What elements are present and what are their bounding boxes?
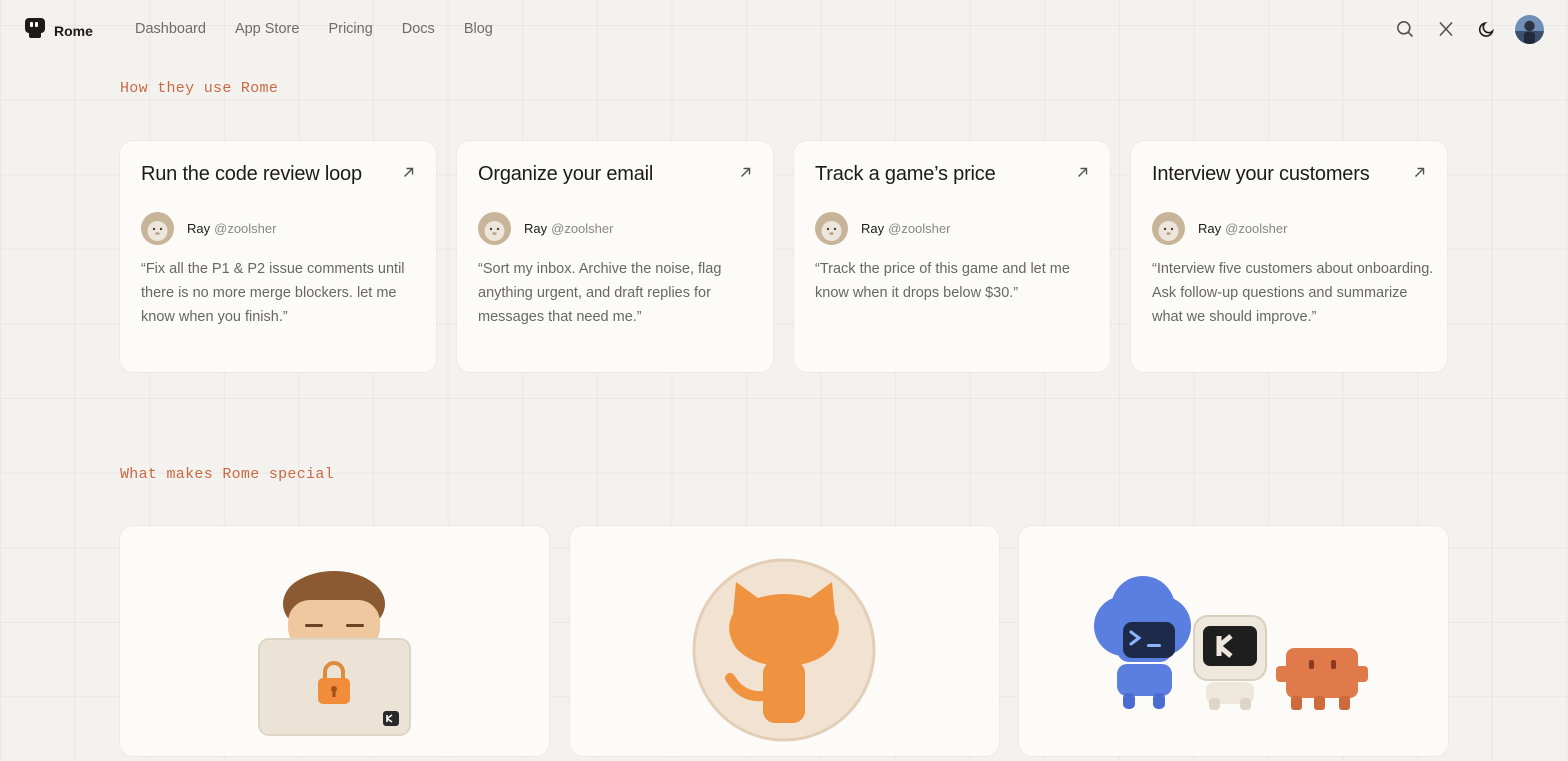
card-quote: “Interview five customers about onboardi…: [1152, 261, 1434, 325]
feature-card-privacy: [120, 526, 549, 756]
nav-link-dashboard[interactable]: Dashboard: [135, 21, 206, 37]
author-handle: @zoolsher: [1225, 221, 1288, 236]
arrow-up-right-icon: [1077, 165, 1088, 183]
brand-name: Rome: [54, 22, 93, 39]
person-laptop-lock-illustration: [258, 571, 411, 736]
user-avatar[interactable]: [1515, 14, 1544, 44]
arrow-up-right-icon: [403, 165, 414, 183]
nav-link-blog[interactable]: Blog: [464, 21, 493, 37]
use-case-card[interactable]: Interview your customers Ray @zoolsher “…: [1131, 141, 1447, 372]
top-nav: Rome Dashboard App Store Pricing Docs Bl…: [0, 0, 1568, 58]
robot-characters-illustration: [1094, 576, 1368, 710]
nav-link-pricing[interactable]: Pricing: [328, 21, 372, 37]
card-title: Interview your customers: [1152, 163, 1370, 185]
author-avatar: [1152, 212, 1185, 245]
x-social-link[interactable]: [1425, 13, 1466, 45]
brand-home-link[interactable]: Rome: [24, 17, 93, 44]
author-name: Ray: [187, 221, 211, 236]
card-quote: “Fix all the P1 & P2 issue comments unti…: [141, 261, 405, 325]
section-title-special: What makes Rome special: [120, 466, 334, 483]
author-name: Ray: [1198, 221, 1222, 236]
author-avatar: [815, 212, 848, 245]
moon-icon: [1478, 21, 1494, 37]
card-author: Ray @zoolsher: [141, 212, 276, 245]
nav-links: Dashboard App Store Pricing Docs Blog: [135, 0, 522, 58]
nav-actions: [1384, 13, 1544, 45]
card-quote: “Sort my inbox. Archive the noise, flag …: [478, 261, 722, 325]
feature-card-github: [570, 526, 999, 756]
theme-toggle-button[interactable]: [1466, 13, 1507, 45]
arrow-up-right-icon: [1414, 165, 1425, 183]
nav-link-app-store[interactable]: App Store: [235, 21, 300, 37]
arrow-up-right-icon: [740, 165, 751, 183]
use-case-card[interactable]: Run the code review loop Ray @zoolsher “…: [120, 141, 436, 372]
card-author: Ray @zoolsher: [815, 212, 950, 245]
card-title: Organize your email: [478, 163, 654, 185]
section-title-usage: How they use Rome: [120, 80, 279, 97]
github-cat-badge-illustration: [692, 558, 876, 742]
nav-link-docs[interactable]: Docs: [402, 21, 435, 37]
card-title: Track a game’s price: [815, 163, 996, 185]
author-avatar: [141, 212, 174, 245]
author-handle: @zoolsher: [888, 221, 951, 236]
author-handle: @zoolsher: [214, 221, 277, 236]
use-case-card[interactable]: Track a game’s price Ray @zoolsher “Trac…: [794, 141, 1110, 372]
author-name: Ray: [861, 221, 885, 236]
feature-card-agents: [1019, 526, 1448, 756]
author-handle: @zoolsher: [551, 221, 614, 236]
author-avatar: [478, 212, 511, 245]
search-icon: [1396, 21, 1413, 38]
card-title: Run the code review loop: [141, 163, 362, 185]
x-logo-icon: [1438, 21, 1453, 37]
card-quote: “Track the price of this game and let me…: [815, 261, 1070, 301]
card-author: Ray @zoolsher: [478, 212, 613, 245]
author-name: Ray: [524, 221, 548, 236]
search-button[interactable]: [1384, 13, 1425, 45]
rome-logo-icon: [24, 17, 46, 44]
use-case-card[interactable]: Organize your email Ray @zoolsher “Sort …: [457, 141, 773, 372]
card-author: Ray @zoolsher: [1152, 212, 1287, 245]
